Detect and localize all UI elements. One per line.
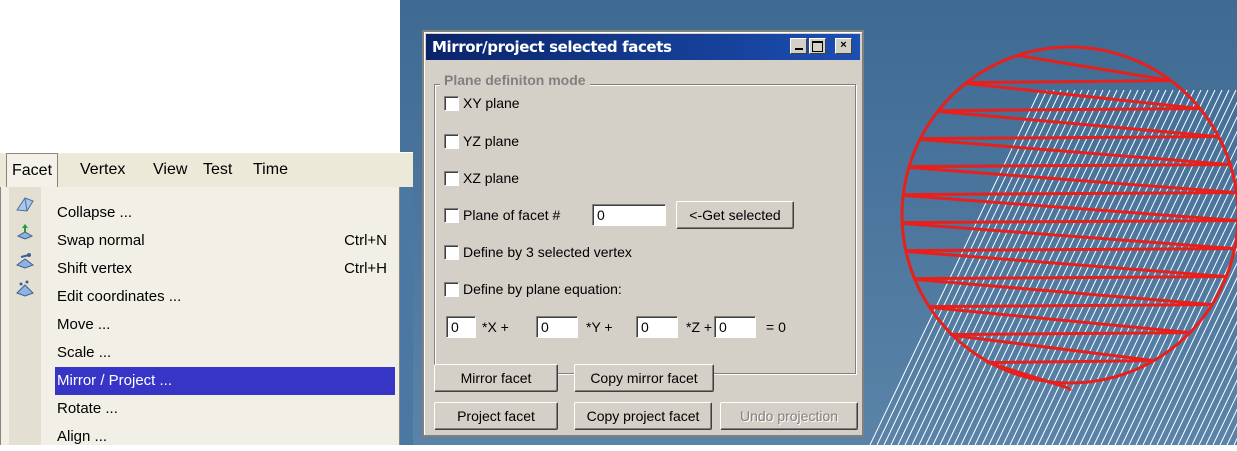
minimize-icon (794, 48, 803, 50)
z-term-label: *Z + (686, 319, 713, 335)
checkbox-label: YZ plane (463, 133, 520, 149)
red-wire (913, 275, 1227, 281)
menu-bar: Facet Vertex View Test Time (0, 152, 413, 188)
red-wire (965, 81, 1201, 111)
menu-item-align[interactable]: Align ... (57, 423, 393, 451)
menu-item-label: Edit coordinates ... (57, 288, 182, 305)
copy-mirror-facet-button[interactable]: Copy mirror facet (574, 364, 714, 392)
checkbox-label: Define by 3 selected vertex (463, 244, 632, 260)
red-wire (909, 163, 1231, 169)
yz-plane-checkbox[interactable]: YZ plane (444, 130, 519, 152)
minimize-button[interactable] (790, 38, 807, 54)
menu-item-label: Move ... (57, 316, 111, 333)
menu-item-label: Rotate ... (57, 400, 118, 417)
red-wire (990, 361, 1071, 391)
xz-plane-checkbox[interactable]: XZ plane (444, 167, 519, 189)
mirror-facet-button[interactable]: Mirror facet (434, 364, 558, 392)
facet-number-input[interactable]: 0 (592, 204, 666, 226)
menu-item-label: Swap normal (57, 232, 145, 249)
checkbox-box[interactable] (444, 244, 459, 260)
collapse-icon (15, 195, 35, 213)
menu-item-edit-coordinates[interactable]: Edit coordinates ... (57, 283, 393, 311)
close-button[interactable]: × (835, 38, 852, 54)
checkbox-box[interactable] (444, 281, 459, 297)
red-wire (950, 331, 1190, 337)
close-icon: × (840, 39, 847, 51)
xy-plane-checkbox[interactable]: XY plane (444, 92, 520, 114)
checkbox-label: Define by plane equation: (463, 281, 622, 297)
project-facet-button[interactable]: Project facet (434, 402, 558, 430)
menu-item-label: Scale ... (57, 344, 112, 361)
menu-item-label: Collapse ... (57, 204, 133, 221)
red-wire (937, 109, 1219, 139)
facet-menu-dropdown: Collapse ... Swap normal Ctrl+N Shift ve… (0, 187, 400, 445)
y-term-label: *Y + (586, 319, 613, 335)
coef-b-input[interactable]: 0 (536, 316, 578, 338)
red-wire (1017, 53, 1172, 83)
menu-shortcut: Ctrl+N (344, 232, 387, 249)
menu-item-scale[interactable]: Scale ... (57, 339, 393, 367)
coef-a-input[interactable]: 0 (446, 316, 476, 338)
checkbox-label: XY plane (463, 95, 520, 111)
red-wire (902, 219, 1237, 225)
mirror-project-dialog: Mirror/project selected facets × Plane d… (422, 30, 864, 437)
checkbox-box[interactable] (444, 95, 459, 111)
dialog-title: Mirror/project selected facets (432, 38, 672, 56)
undo-projection-button: Undo projection (720, 402, 858, 430)
red-wire (903, 191, 1237, 197)
red-wire (908, 165, 1237, 195)
coef-d-input[interactable]: 0 (714, 316, 756, 338)
menu-item-mirror-project[interactable]: Mirror / Project ... (55, 367, 395, 395)
shift-vertex-icon (15, 251, 35, 269)
checkbox-box[interactable] (444, 133, 459, 149)
group-title: Plane definiton mode (440, 72, 590, 88)
menu-item-label: Mirror / Project ... (57, 372, 173, 389)
menu-item-move[interactable]: Move ... (57, 311, 393, 339)
menu-item-collapse[interactable]: Collapse ... (57, 199, 393, 227)
menu-item-label: Align ... (57, 428, 108, 445)
copy-project-facet-button[interactable]: Copy project facet (574, 402, 712, 430)
dialog-title-bar[interactable]: Mirror/project selected facets × (426, 34, 860, 60)
maximize-icon (812, 41, 823, 52)
plane-equation-checkbox[interactable]: Define by plane equation: (444, 278, 622, 300)
red-wire (986, 359, 1154, 365)
menu-time[interactable]: Time (248, 153, 293, 187)
checkbox-label: Plane of facet # (463, 207, 561, 223)
get-selected-button[interactable]: <-Get selected (676, 201, 794, 229)
menu-test[interactable]: Test (198, 153, 237, 187)
red-wire (969, 79, 1171, 85)
red-wire (939, 107, 1201, 113)
equals-zero-label: = 0 (766, 319, 786, 335)
menu-item-shift-vertex[interactable]: Shift vertex Ctrl+H (57, 255, 393, 283)
red-wire (905, 247, 1235, 253)
menu-item-label: Shift vertex (57, 260, 133, 277)
menu-view[interactable]: View (148, 153, 192, 187)
menu-facet[interactable]: Facet (6, 153, 59, 187)
red-wire (921, 135, 1219, 141)
menu-vertex[interactable]: Vertex (75, 153, 130, 187)
viewport-edge (399, 187, 413, 445)
menu-item-swap-normal[interactable]: Swap normal Ctrl+N (57, 227, 393, 255)
coef-c-input[interactable]: 0 (636, 316, 678, 338)
red-wire (919, 137, 1231, 167)
edit-coordinates-icon (15, 279, 35, 297)
checkbox-box[interactable] (444, 207, 459, 223)
checkbox-label: XZ plane (463, 170, 520, 186)
red-wire (927, 303, 1213, 309)
three-vertex-checkbox[interactable]: Define by 3 selected vertex (444, 241, 632, 263)
menu-item-rotate[interactable]: Rotate ... (57, 395, 393, 423)
swap-normal-icon (15, 223, 35, 241)
plane-of-facet-checkbox[interactable]: Plane of facet # (444, 204, 560, 226)
x-term-label: *X + (482, 319, 509, 335)
checkbox-box[interactable] (444, 170, 459, 186)
menu-shortcut: Ctrl+H (344, 260, 387, 277)
maximize-button[interactable] (809, 38, 826, 54)
